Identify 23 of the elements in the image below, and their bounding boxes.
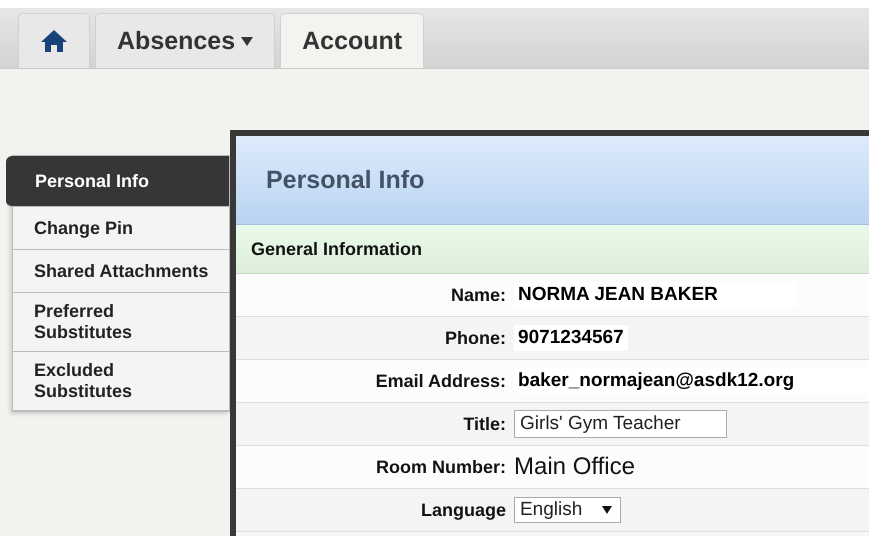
- caret-icon: [602, 506, 612, 514]
- language-dropdown[interactable]: English: [514, 497, 621, 523]
- field-value: 9071234567: [514, 325, 628, 351]
- field-label: Phone:: [444, 328, 507, 348]
- tab[interactable]: Account: [280, 13, 424, 68]
- section-header: General Information: [236, 225, 869, 274]
- field-label: Room Number:: [375, 456, 507, 478]
- input-field[interactable]: Girls' Gym Teacher: [514, 410, 727, 438]
- home-tab[interactable]: [18, 13, 90, 68]
- sidebar-item[interactable]: Excluded Substitutes: [13, 352, 229, 411]
- home-icon: [40, 29, 68, 53]
- sidebar-item[interactable]: Personal Info: [6, 156, 229, 207]
- sidebar-item[interactable]: Change Pin: [13, 207, 229, 250]
- menu-tab[interactable]: Absences: [95, 13, 276, 68]
- field-label: Name:: [450, 284, 507, 306]
- field-label: Language: [420, 500, 507, 520]
- field-label: Email Address:: [374, 370, 507, 392]
- sidebar-item[interactable]: Preferred Substitutes: [13, 293, 229, 352]
- field-value: Main Office: [514, 453, 635, 481]
- field-label: Title:: [462, 414, 507, 434]
- caret-icon: [241, 36, 254, 46]
- panel-title: Personal Info: [236, 136, 869, 225]
- sidebar-item[interactable]: Shared Attachments: [13, 250, 229, 293]
